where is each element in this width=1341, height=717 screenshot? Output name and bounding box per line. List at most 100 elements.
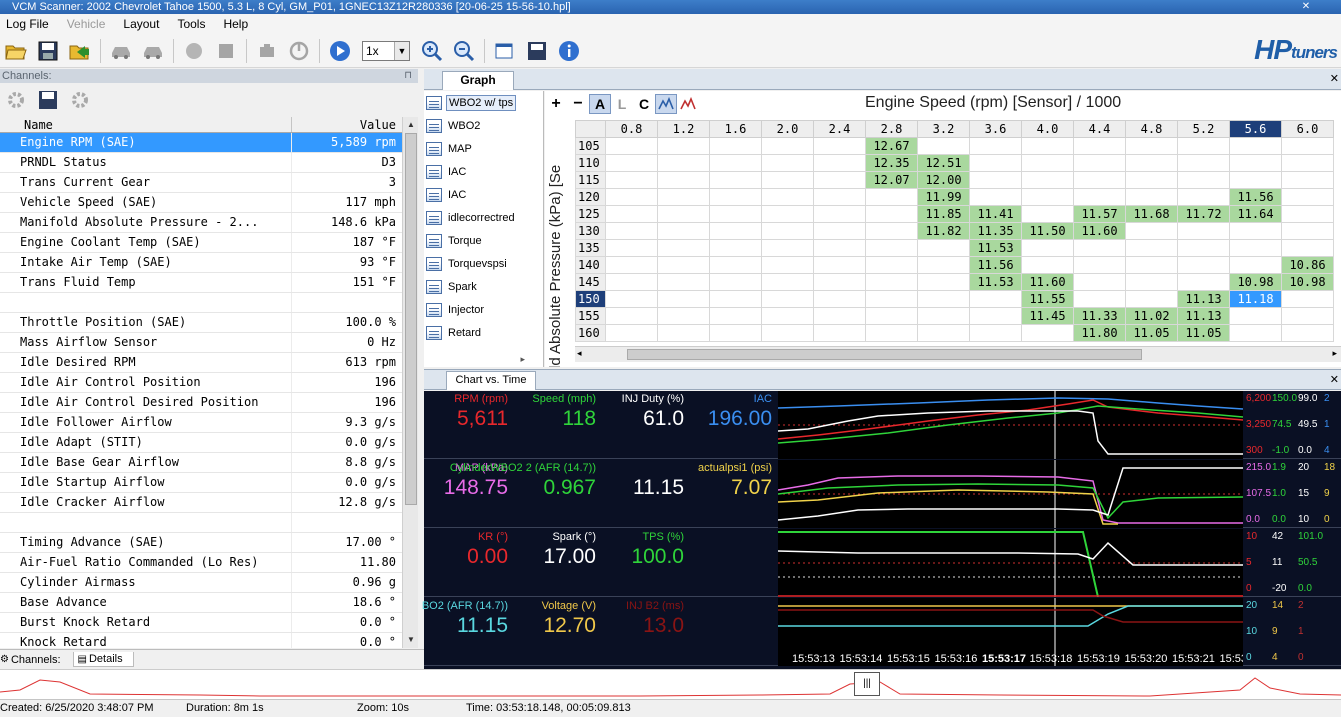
grid-row-header[interactable]: 155 [575,307,606,325]
channel-settings-icon[interactable] [3,87,29,113]
menu-help[interactable]: Help [223,17,258,31]
channel-row[interactable]: Manifold Absolute Pressure - 2... 148.6 k… [0,213,402,233]
grid-cell[interactable] [969,154,1022,172]
grid-row-header[interactable]: 120 [575,188,606,206]
grid-cell[interactable] [761,273,814,291]
graph-list-item[interactable]: Spark [424,275,543,298]
grid-cell[interactable] [657,239,710,257]
grid-cell[interactable] [1281,239,1334,257]
grid-cell[interactable] [761,239,814,257]
grid-cell[interactable] [761,307,814,325]
graph-list-item[interactable]: MAP [424,137,543,160]
grid-row-header[interactable]: 130 [575,222,606,240]
channel-row[interactable]: Idle Follower Airflow 9.3 g/s [0,413,402,433]
scroll-left-icon[interactable]: ◂ [577,348,582,359]
chart-plot-2[interactable] [777,460,1244,528]
grid-cell[interactable] [605,188,658,206]
grid-cell[interactable] [1073,290,1126,308]
grid-cell[interactable]: 12.00 [917,171,970,189]
grid-cell[interactable]: 10.98 [1229,273,1282,291]
grid-row-header[interactable]: 125 [575,205,606,223]
grid-cell[interactable] [865,324,918,342]
stop-icon[interactable] [213,38,239,64]
grid-cell[interactable] [657,273,710,291]
channel-row[interactable]: Vehicle Speed (SAE) 117 mph [0,193,402,213]
grid-cell[interactable] [1073,171,1126,189]
grid-cell[interactable] [1281,137,1334,155]
grid-row-header[interactable]: 135 [575,239,606,257]
grid-cell[interactable] [761,222,814,240]
grid-cell[interactable]: 11.35 [969,222,1022,240]
channel-row[interactable]: Burst Knock Retard 0.0 ° [0,613,402,633]
grid-cell[interactable] [1125,273,1178,291]
grid-row-header[interactable]: 145 [575,273,606,291]
graph-list-item[interactable]: Retard [424,321,543,344]
grid-cell[interactable]: 11.55 [1021,290,1074,308]
channel-row[interactable]: Cylinder Airmass 0.96 g [0,573,402,593]
grid-column-header[interactable]: 4.0 [1021,120,1074,138]
grid-cell[interactable] [1021,205,1074,223]
grid-cell[interactable] [657,307,710,325]
average-toggle[interactable]: A [589,94,611,114]
grid-cell[interactable]: 11.45 [1021,307,1074,325]
graph-list-item[interactable]: WBO2 [424,114,543,137]
channel-config-icon[interactable] [67,87,93,113]
grid-cell[interactable]: 11.50 [1021,222,1074,240]
grid-column-header[interactable]: 2.8 [865,120,918,138]
histogram-hscrollbar[interactable]: ◂ ▸ [575,346,1341,362]
grid-row-header[interactable]: 150 [575,290,606,308]
menu-log-file[interactable]: Log File [6,17,59,31]
channel-row[interactable]: Engine RPM (SAE) 5,589 rpm [0,133,402,153]
grid-column-header[interactable]: 3.2 [917,120,970,138]
zoom-out-icon[interactable] [451,38,477,64]
chevron-right-icon[interactable]: ▸ [520,354,525,365]
grid-cell[interactable] [917,137,970,155]
grid-cell[interactable] [1281,290,1334,308]
grid-cell[interactable] [917,324,970,342]
grid-cell[interactable] [813,290,866,308]
grid-cell[interactable] [605,239,658,257]
tab-details[interactable]: ▤ Details [72,652,134,667]
grid-cell[interactable]: 12.35 [865,154,918,172]
grid-cell[interactable] [1281,324,1334,342]
remove-button[interactable]: − [567,94,589,114]
layout-icon[interactable] [492,38,518,64]
grid-column-header[interactable]: 5.6 [1229,120,1282,138]
channel-row[interactable]: Trans Fluid Temp 151 °F [0,273,402,293]
channel-row[interactable]: Idle Base Gear Airflow 8.8 g/s [0,453,402,473]
grid-column-header[interactable]: 2.0 [761,120,814,138]
menu-layout[interactable]: Layout [123,17,169,31]
grid-cell[interactable] [917,290,970,308]
grid-cell[interactable] [865,290,918,308]
grid-cell[interactable] [657,256,710,274]
grid-cell[interactable] [1073,154,1126,172]
grid-cell[interactable]: 11.02 [1125,307,1178,325]
channel-row[interactable]: Intake Air Temp (SAE) 93 °F [0,253,402,273]
grid-cell[interactable] [1177,171,1230,189]
grid-column-header[interactable]: 4.8 [1125,120,1178,138]
grid-cell[interactable] [709,239,762,257]
grid-cell[interactable] [1229,222,1282,240]
grid-cell[interactable] [865,188,918,206]
channel-row[interactable]: Timing Advance (SAE) 17.00 ° [0,533,402,553]
add-button[interactable]: + [545,94,567,114]
grid-column-header[interactable]: 4.4 [1073,120,1126,138]
channel-row[interactable]: Engine Coolant Temp (SAE) 187 °F [0,233,402,253]
grid-cell[interactable] [1229,256,1282,274]
grid-cell[interactable] [1229,154,1282,172]
grid-cell[interactable] [969,188,1022,206]
graph-list-item[interactable]: Torque [424,229,543,252]
menu-tools[interactable]: Tools [177,17,215,31]
grid-cell[interactable] [1177,239,1230,257]
chart-graph-icon[interactable] [655,94,677,114]
grid-cell[interactable]: 11.56 [1229,188,1282,206]
grid-cell[interactable] [605,205,658,223]
grid-cell[interactable] [605,137,658,155]
grid-row-header[interactable]: 115 [575,171,606,189]
grid-cell[interactable] [1125,188,1178,206]
grid-cell[interactable] [761,324,814,342]
grid-cell[interactable] [969,137,1022,155]
grid-cell[interactable]: 11.13 [1177,290,1230,308]
grid-cell[interactable]: 11.13 [1177,307,1230,325]
grid-cell[interactable]: 11.53 [969,239,1022,257]
